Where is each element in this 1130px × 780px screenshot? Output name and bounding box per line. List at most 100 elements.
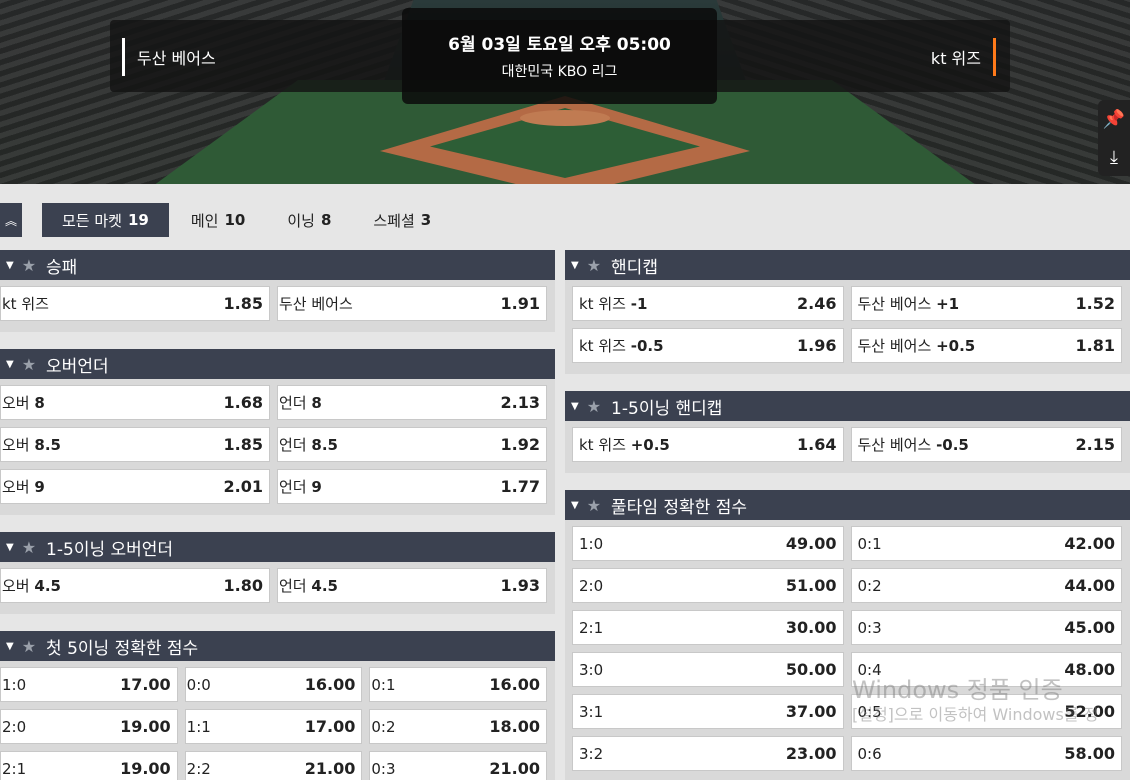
market-title: 승패 bbox=[46, 257, 78, 278]
collapse-all-button[interactable]: ︽ bbox=[0, 203, 22, 237]
odds-button[interactable]: 2:1 19.00 bbox=[0, 751, 178, 780]
tab-innings[interactable]: 이닝 8 bbox=[267, 203, 351, 237]
market-header[interactable]: ▼ ★ 첫 5이닝 정확한 점수 bbox=[0, 631, 555, 661]
market-section: ▼ ★ 1-5이닝 오버언더 오버 4.5 1.80 언더 4.5 1.93 bbox=[0, 532, 555, 614]
odds-value: 1.77 bbox=[500, 477, 540, 496]
odds-button[interactable]: 언더 9 1.77 bbox=[277, 469, 547, 504]
selection-label: 두산 베어스 +0.5 bbox=[857, 337, 976, 355]
odds-button[interactable]: 0:2 18.00 bbox=[369, 709, 548, 744]
odds-button[interactable]: 두산 베어스 -0.5 2.15 bbox=[850, 427, 1122, 462]
selection-label: 언더 8.5 bbox=[279, 436, 338, 454]
odds-value: 1.85 bbox=[223, 435, 263, 454]
odds-button[interactable]: 두산 베어스 +1 1.52 bbox=[850, 286, 1122, 321]
odds-button[interactable]: 3:1 37.00 bbox=[572, 694, 844, 729]
odds-row: 2:1 19.00 2:2 21.00 0:3 21.00 bbox=[0, 751, 548, 780]
market-section: ▼ ★ 풀타임 정확한 점수 1:0 49.00 0:1 42.00 2:0 51.00 0… bbox=[565, 490, 1130, 780]
odds-button[interactable]: 0:2 44.00 bbox=[850, 568, 1122, 603]
selection-label: 2:1 bbox=[2, 759, 27, 778]
odds-value: 1.81 bbox=[1075, 336, 1115, 355]
selection-label: 3:2 bbox=[579, 744, 604, 763]
tab-all-markets[interactable]: 모든 마켓 19 bbox=[42, 203, 169, 237]
caret-down-icon: ▼ bbox=[6, 640, 14, 652]
market-header[interactable]: ▼ ★ 1-5이닝 오버언더 bbox=[0, 532, 555, 562]
odds-value: 30.00 bbox=[785, 618, 837, 637]
star-icon[interactable]: ★ bbox=[22, 355, 36, 374]
odds-button[interactable]: kt 위즈 +0.5 1.64 bbox=[572, 427, 844, 462]
market-header[interactable]: ▼ ★ 1-5이닝 핸디캡 bbox=[565, 391, 1130, 421]
odds-value: 1.68 bbox=[223, 393, 263, 412]
odds-row: kt 위즈 -1 2.46 두산 베어스 +1 1.52 bbox=[572, 286, 1122, 321]
odds-button[interactable]: kt 위즈 -0.5 1.96 bbox=[572, 328, 844, 363]
odds-button[interactable]: 오버 4.5 1.80 bbox=[0, 568, 270, 603]
selection-label: 0:3 bbox=[371, 759, 396, 778]
selection-label: 2:0 bbox=[2, 717, 27, 736]
odds-button[interactable]: 0:5 52.00 bbox=[850, 694, 1122, 729]
selection-label: 오버 9 bbox=[2, 478, 45, 496]
odds-button[interactable]: 0:4 48.00 bbox=[850, 652, 1122, 687]
market-header[interactable]: ▼ ★ 풀타임 정확한 점수 bbox=[565, 490, 1130, 520]
download-icon[interactable]: ⤓ bbox=[1110, 147, 1118, 168]
odds-button[interactable]: 0:0 16.00 bbox=[184, 667, 363, 702]
odds-button[interactable]: 1:0 17.00 bbox=[0, 667, 178, 702]
odds-button[interactable]: 언더 8 2.13 bbox=[277, 385, 547, 420]
star-icon[interactable]: ★ bbox=[587, 397, 601, 416]
caret-down-icon: ▼ bbox=[6, 259, 14, 271]
odds-value: 1.85 bbox=[223, 294, 263, 313]
odds-value: 1.92 bbox=[500, 435, 540, 454]
odds-button[interactable]: 두산 베어스 +0.5 1.81 bbox=[850, 328, 1122, 363]
odds-value: 50.00 bbox=[785, 660, 837, 679]
odds-button[interactable]: 3:0 50.00 bbox=[572, 652, 844, 687]
odds-value: 52.00 bbox=[1064, 702, 1115, 721]
odds-value: 21.00 bbox=[304, 759, 356, 778]
odds-button[interactable]: 0:1 42.00 bbox=[850, 526, 1122, 561]
odds-button[interactable]: 2:2 21.00 bbox=[184, 751, 363, 780]
pin-icon[interactable]: 📌 bbox=[1103, 109, 1125, 130]
odds-button[interactable]: 두산 베어스 1.91 bbox=[277, 286, 547, 321]
odds-button[interactable]: 0:3 21.00 bbox=[369, 751, 548, 780]
odds-value: 1.52 bbox=[1075, 294, 1115, 313]
odds-value: 45.00 bbox=[1064, 618, 1115, 637]
selection-label: 0:6 bbox=[857, 744, 882, 763]
tab-special[interactable]: 스페셜 3 bbox=[353, 203, 451, 237]
market-header[interactable]: ▼ ★ 승패 bbox=[0, 250, 555, 280]
selection-label: kt 위즈 -1 bbox=[579, 295, 648, 313]
odds-row: 오버 9 2.01 언더 9 1.77 bbox=[0, 469, 547, 504]
odds-button[interactable]: 언더 8.5 1.92 bbox=[277, 427, 547, 462]
odds-button[interactable]: 1:0 49.00 bbox=[572, 526, 844, 561]
star-icon[interactable]: ★ bbox=[22, 256, 36, 275]
market-header[interactable]: ▼ ★ 오버언더 bbox=[0, 349, 555, 379]
caret-down-icon: ▼ bbox=[6, 541, 14, 553]
star-icon[interactable]: ★ bbox=[587, 256, 601, 275]
odds-button[interactable]: 1:1 17.00 bbox=[184, 709, 363, 744]
odds-button[interactable]: 0:6 58.00 bbox=[850, 736, 1122, 771]
odds-button[interactable]: kt 위즈 -1 2.46 bbox=[572, 286, 844, 321]
odds-button[interactable]: 3:2 23.00 bbox=[572, 736, 844, 771]
market-title: 핸디캡 bbox=[611, 257, 658, 278]
odds-button[interactable]: 언더 4.5 1.93 bbox=[277, 568, 547, 603]
market-title: 1-5이닝 핸디캡 bbox=[611, 398, 723, 419]
star-icon[interactable]: ★ bbox=[22, 538, 36, 557]
market-header[interactable]: ▼ ★ 핸디캡 bbox=[565, 250, 1130, 280]
odds-button[interactable]: 0:3 45.00 bbox=[850, 610, 1122, 645]
market-body: 1:0 49.00 0:1 42.00 2:0 51.00 0:2 44.00 2:1 … bbox=[565, 520, 1130, 780]
odds-button[interactable]: 오버 8.5 1.85 bbox=[0, 427, 270, 462]
odds-value: 51.00 bbox=[785, 576, 837, 595]
star-icon[interactable]: ★ bbox=[587, 496, 601, 515]
odds-button[interactable]: 오버 9 2.01 bbox=[0, 469, 270, 504]
tab-main[interactable]: 메인 10 bbox=[171, 203, 265, 237]
odds-button[interactable]: kt 위즈 1.85 bbox=[0, 286, 270, 321]
selection-label: 언더 4.5 bbox=[279, 577, 338, 595]
odds-button[interactable]: 0:1 16.00 bbox=[369, 667, 548, 702]
odds-value: 21.00 bbox=[489, 759, 541, 778]
market-title: 오버언더 bbox=[46, 356, 109, 377]
star-icon[interactable]: ★ bbox=[22, 637, 36, 656]
odds-row: kt 위즈 +0.5 1.64 두산 베어스 -0.5 2.15 bbox=[572, 427, 1122, 462]
market-tabs: ︽ 모든 마켓 19 메인 10 이닝 8 스페셜 3 bbox=[0, 202, 453, 238]
odds-button[interactable]: 2:0 19.00 bbox=[0, 709, 178, 744]
odds-value: 1.93 bbox=[500, 576, 540, 595]
odds-button[interactable]: 2:1 30.00 bbox=[572, 610, 844, 645]
odds-button[interactable]: 오버 8 1.68 bbox=[0, 385, 270, 420]
odds-value: 18.00 bbox=[489, 717, 541, 736]
odds-button[interactable]: 2:0 51.00 bbox=[572, 568, 844, 603]
odds-value: 19.00 bbox=[120, 759, 171, 778]
